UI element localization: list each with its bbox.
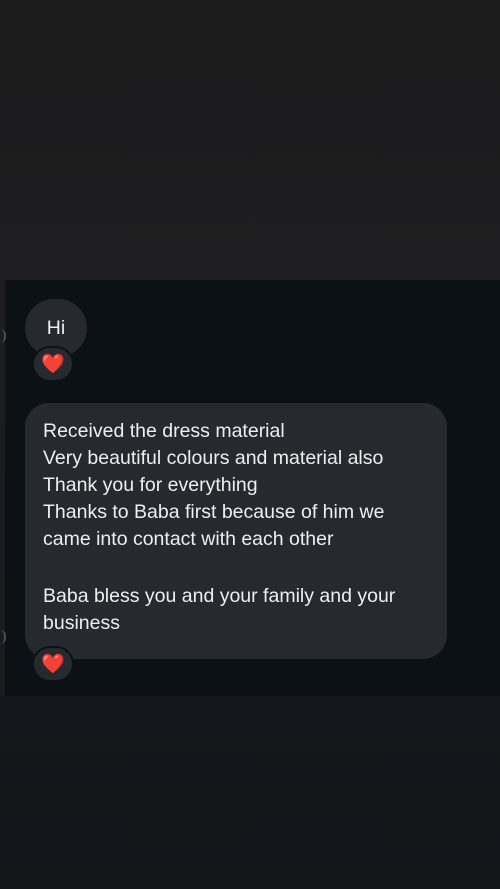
reaction-badge[interactable]: ❤️ bbox=[32, 346, 74, 382]
message-line: Baba bless you and your family and your bbox=[43, 585, 396, 607]
top-blank-area bbox=[0, 0, 500, 280]
message-line: Thank you for everything bbox=[43, 474, 258, 496]
message-text: Hi bbox=[46, 316, 66, 339]
message-line: business bbox=[43, 612, 120, 634]
reaction-badge[interactable]: ❤️ bbox=[32, 646, 74, 682]
heart-icon: ❤️ bbox=[41, 653, 65, 675]
message-line: came into contact with each other bbox=[43, 528, 334, 550]
message-line: Very beautiful colours and material also bbox=[43, 447, 384, 469]
message-line: Thanks to Baba first because of him we bbox=[43, 501, 385, 523]
message-bubble-received[interactable]: Received the dress material Very beautif… bbox=[25, 403, 447, 659]
message-line: Received the dress material bbox=[43, 420, 285, 442]
heart-icon: ❤️ bbox=[41, 353, 65, 375]
bottom-blank-area bbox=[0, 696, 500, 889]
